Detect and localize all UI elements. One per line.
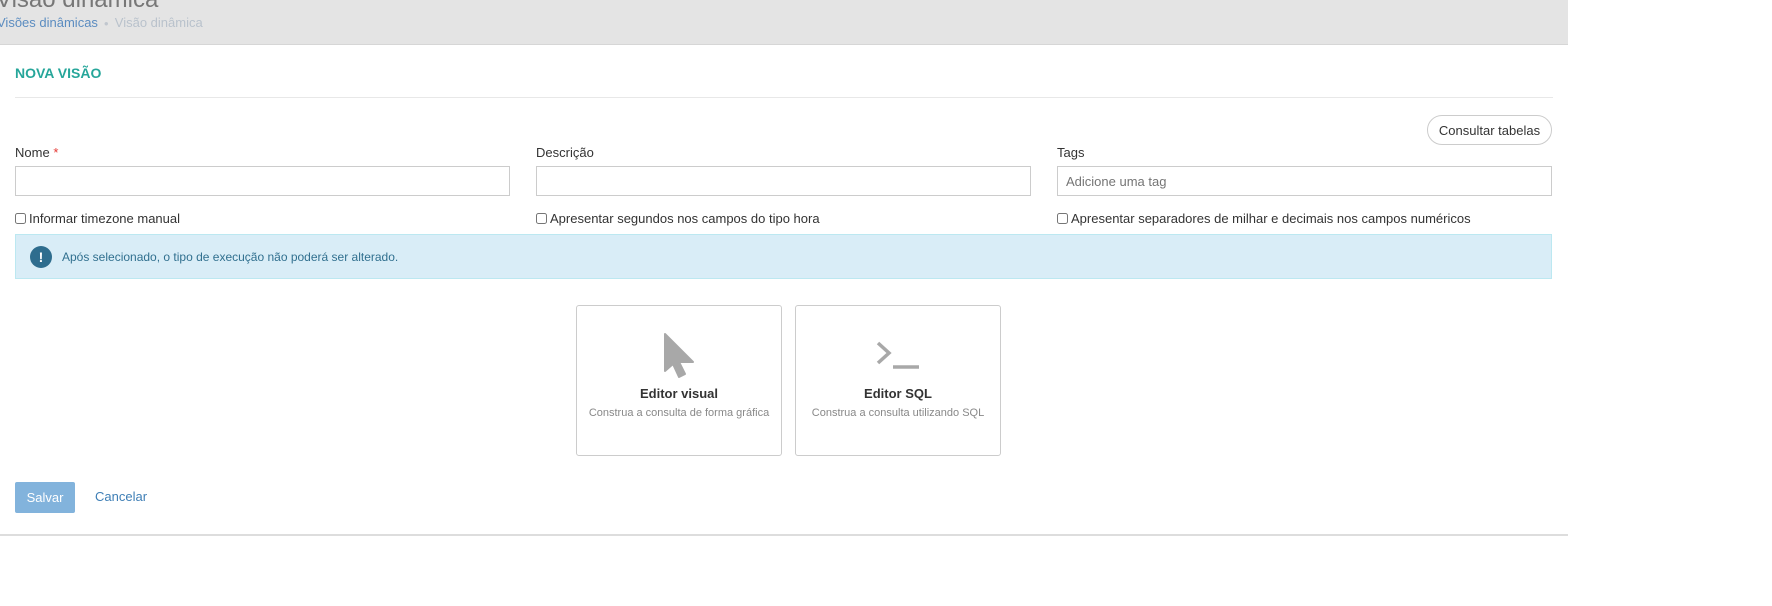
page-header: Visão dinâmica Visões dinâmicas ● Visão di…: [0, 0, 1568, 45]
visual-editor-title: Editor visual: [639, 386, 719, 401]
sql-editor-option[interactable]: Editor SQL Construa a consulta utilizand…: [795, 305, 1001, 456]
page-title: NOVA VISÃO: [15, 65, 102, 81]
timezone-checkbox[interactable]: Informar timezone manual: [15, 211, 180, 226]
exclamation-icon: !: [30, 245, 52, 268]
save-button[interactable]: Salvar: [15, 482, 75, 513]
cancel-link[interactable]: Cancelar: [95, 489, 147, 504]
timezone-checkbox-input[interactable]: [15, 213, 26, 224]
name-label-text: Nome: [15, 145, 50, 160]
breadcrumb-current: Visão dinâmica: [114, 15, 203, 30]
breadcrumb: Visões dinâmicas ● Visão dinâmica: [0, 15, 203, 30]
cursor-icon: [577, 330, 781, 380]
description-label: Descrição: [536, 145, 594, 160]
visual-editor-desc: Construa a consulta de forma gráfica: [588, 407, 770, 419]
name-input[interactable]: [15, 166, 510, 196]
sql-editor-title: Editor SQL: [864, 386, 932, 401]
breadcrumb-link-visoes[interactable]: Visões dinâmicas: [0, 15, 98, 30]
new-view-card: NOVA VISÃO Consultar tabelas Nome * Desc…: [0, 45, 1568, 536]
seconds-checkbox[interactable]: Apresentar segundos nos campos do tipo h…: [536, 211, 820, 226]
timezone-checkbox-label: Informar timezone manual: [29, 211, 181, 226]
seconds-checkbox-input[interactable]: [536, 213, 547, 224]
name-label: Nome *: [15, 145, 58, 160]
divider: [15, 97, 1553, 98]
breadcrumb-separator-icon: ●: [103, 19, 109, 29]
sql-editor-desc: Construa a consulta utilizando SQL: [811, 407, 985, 419]
tags-input[interactable]: [1057, 166, 1552, 196]
separators-checkbox-label: Apresentar separadores de milhar e decim…: [1071, 211, 1471, 226]
terminal-icon: [796, 330, 1000, 380]
alert-text: Após selecionado, o tipo de execução não…: [62, 249, 399, 264]
consult-tables-button[interactable]: Consultar tabelas: [1427, 115, 1552, 145]
visual-editor-option[interactable]: Editor visual Construa a consulta de for…: [576, 305, 782, 456]
separators-checkbox-input[interactable]: [1057, 213, 1068, 224]
description-input[interactable]: [536, 166, 1031, 196]
page-header-title: Visão dinâmica: [0, 0, 158, 14]
info-alert: ! Após selecionado, o tipo de execução n…: [15, 234, 1552, 279]
tags-label: Tags: [1057, 145, 1085, 160]
seconds-checkbox-label: Apresentar segundos nos campos do tipo h…: [550, 211, 820, 226]
separators-checkbox[interactable]: Apresentar separadores de milhar e decim…: [1057, 211, 1471, 226]
required-mark: *: [53, 145, 59, 160]
